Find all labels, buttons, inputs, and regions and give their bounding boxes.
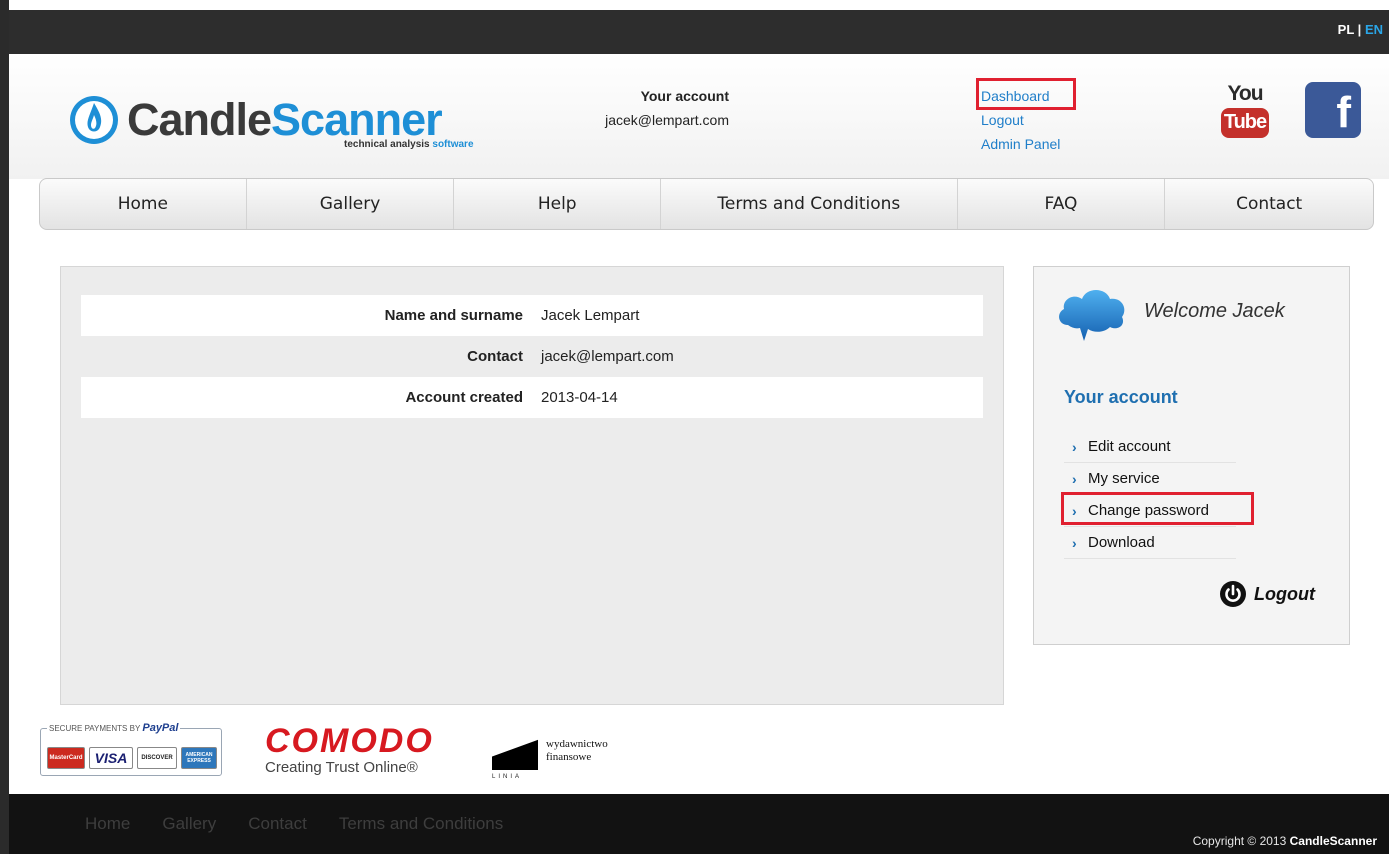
- dashboard-highlight-box: [976, 78, 1076, 110]
- left-edge-border: [0, 0, 9, 854]
- row-value: Jacek Lempart: [541, 307, 640, 324]
- logo-tagline: technical analysis software: [344, 139, 474, 150]
- power-icon: [1220, 581, 1246, 607]
- cloud-icon: [1059, 290, 1125, 341]
- profile-panel: Name and surname Jacek Lempart Contact j…: [60, 266, 1004, 705]
- account-labels: Your account jacek@lempart.com: [529, 84, 729, 132]
- nav-contact[interactable]: Contact: [1165, 179, 1373, 229]
- header: CandleScanner technical analysis softwar…: [9, 54, 1389, 179]
- paypal-title: SECURE PAYMENTS BY PayPal: [47, 722, 181, 734]
- row-value: jacek@lempart.com: [541, 348, 674, 365]
- table-row: Contact jacek@lempart.com: [81, 336, 983, 377]
- nav-help[interactable]: Help: [454, 179, 662, 229]
- row-key: Name and surname: [384, 307, 523, 324]
- footer-link-home[interactable]: Home: [85, 814, 130, 834]
- footer: Home Gallery Contact Terms and Condition…: [9, 794, 1389, 854]
- sidebar-heading: Your account: [1064, 387, 1178, 407]
- chevron-right-icon: ›: [1072, 438, 1077, 455]
- linia-mark: LINIA: [492, 774, 523, 780]
- candle-flame-icon: [70, 96, 118, 144]
- copyright: Copyright © 2013 CandleScanner: [1192, 834, 1377, 848]
- chevron-right-icon: ›: [1072, 470, 1077, 487]
- mastercard-icon: MasterCard: [47, 747, 85, 769]
- comodo-badge: COMODO Creating Trust Online®: [265, 722, 475, 792]
- youtube-icon-top: You: [1227, 82, 1263, 105]
- row-key: Account created: [405, 389, 523, 406]
- menu-my-service[interactable]: › My service: [1064, 463, 1236, 495]
- lang-pl[interactable]: PL: [1338, 22, 1354, 37]
- main-nav: Home Gallery Help Terms and Conditions F…: [39, 178, 1374, 230]
- paypal-badge: SECURE PAYMENTS BY PayPal MasterCard VIS…: [40, 722, 222, 776]
- table-row: Name and surname Jacek Lempart: [81, 295, 983, 336]
- language-switcher: PL | EN: [1338, 22, 1383, 37]
- nav-faq[interactable]: FAQ: [958, 179, 1166, 229]
- youtube-icon[interactable]: You Tube: [1217, 82, 1273, 142]
- nav-gallery[interactable]: Gallery: [247, 179, 455, 229]
- nav-terms[interactable]: Terms and Conditions: [661, 179, 958, 229]
- welcome-text: Welcome Jacek: [1144, 300, 1285, 322]
- footer-link-contact[interactable]: Contact: [248, 814, 307, 834]
- admin-panel-link[interactable]: Admin Panel: [981, 132, 1060, 156]
- row-key: Contact: [467, 348, 523, 365]
- comodo-tagline: Creating Trust Online®: [265, 759, 418, 776]
- footer-links: Home Gallery Contact Terms and Condition…: [85, 814, 503, 834]
- your-account-label: Your account: [640, 88, 729, 104]
- logout-label: Logout: [1254, 583, 1315, 604]
- facebook-icon[interactable]: f: [1305, 82, 1361, 138]
- logo-tagline-1: technical analysis: [344, 139, 433, 150]
- top-bar: PL | EN: [9, 10, 1389, 54]
- footer-link-terms[interactable]: Terms and Conditions: [339, 814, 503, 834]
- logout-link[interactable]: Logout: [981, 108, 1060, 132]
- menu-label: My service: [1088, 470, 1160, 487]
- table-row: Account created 2013-04-14: [81, 377, 983, 418]
- row-value: 2013-04-14: [541, 389, 618, 406]
- amex-icon: AMERICAN EXPRESS: [181, 747, 217, 769]
- account-sidebar: Welcome Jacek Your account › Edit accoun…: [1033, 266, 1350, 645]
- change-password-highlight-box: [1061, 492, 1254, 525]
- logo-tagline-2: software: [432, 139, 474, 150]
- menu-label: Edit account: [1088, 438, 1171, 455]
- menu-label: Download: [1088, 534, 1155, 551]
- chevron-right-icon: ›: [1072, 534, 1077, 551]
- comodo-logo: COMODO: [265, 722, 434, 760]
- lang-en[interactable]: EN: [1365, 22, 1383, 37]
- menu-edit-account[interactable]: › Edit account: [1064, 431, 1236, 463]
- logo-part2: Scanner: [271, 94, 443, 145]
- footer-link-gallery[interactable]: Gallery: [162, 814, 216, 834]
- nav-home[interactable]: Home: [40, 179, 247, 229]
- trust-badges: SECURE PAYMENTS BY PayPal MasterCard VIS…: [40, 722, 680, 792]
- visa-icon: VISA: [89, 747, 133, 769]
- logo-part1: Candle: [127, 94, 272, 145]
- menu-download[interactable]: › Download: [1064, 527, 1236, 559]
- account-email: jacek@lempart.com: [605, 112, 729, 128]
- sidebar-logout-button[interactable]: Logout: [1220, 581, 1315, 607]
- lang-separator: |: [1354, 22, 1365, 37]
- linia-logo-icon: [492, 736, 538, 770]
- logo[interactable]: CandleScanner technical analysis softwar…: [69, 92, 489, 152]
- linia-badge: LINIA wydawnictwo finansowe: [490, 736, 630, 786]
- linia-text: wydawnictwo finansowe: [546, 738, 608, 763]
- profile-table: Name and surname Jacek Lempart Contact j…: [81, 295, 983, 418]
- discover-icon: DISCOVER: [137, 747, 177, 769]
- youtube-icon-bottom: Tube: [1221, 108, 1269, 138]
